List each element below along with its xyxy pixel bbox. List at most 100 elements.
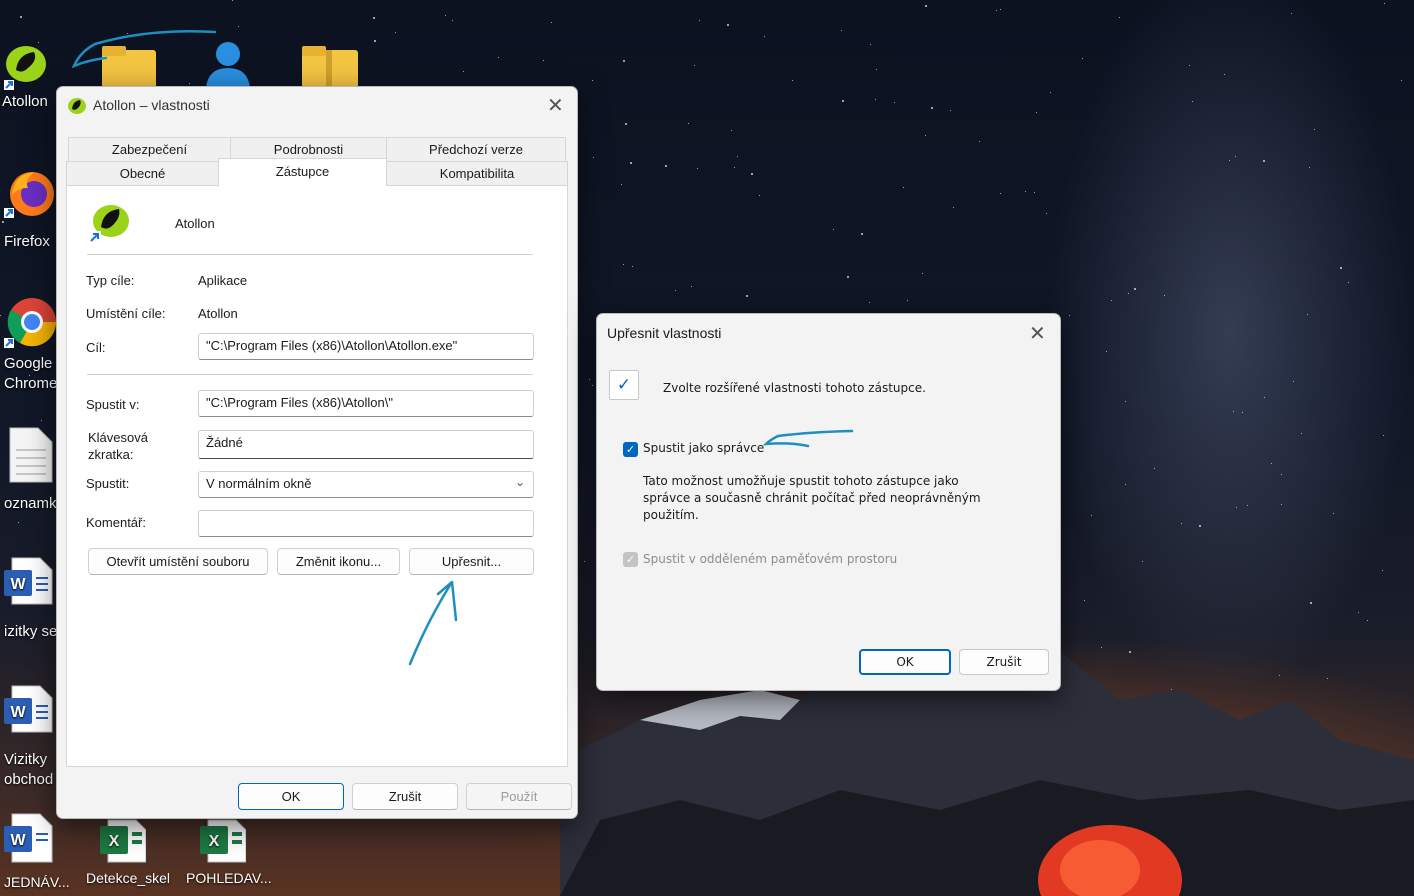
shortcut-tab-panel: Atollon Typ cíle: Aplikace Umístění cíle… bbox=[66, 185, 568, 767]
ok-button[interactable]: OK bbox=[238, 783, 344, 810]
star bbox=[870, 44, 871, 45]
desktop-icon-excel-2[interactable]: X POHLEDAV... bbox=[186, 818, 272, 888]
excel-icon: X bbox=[200, 819, 247, 863]
tab-general[interactable]: Obecné bbox=[66, 161, 219, 186]
star bbox=[688, 123, 689, 124]
dialog-title: Upřesnit vlastnosti bbox=[607, 325, 722, 341]
run-select-value: V normálním okně bbox=[206, 476, 312, 491]
star bbox=[584, 561, 585, 562]
description-line-3: použitím. bbox=[643, 508, 699, 522]
document-icon bbox=[9, 427, 53, 483]
tab-compatibility[interactable]: Kompatibilita bbox=[386, 161, 568, 186]
target-type-label: Typ cíle: bbox=[86, 273, 135, 288]
star bbox=[922, 273, 923, 274]
comment-input[interactable] bbox=[198, 510, 534, 537]
folder-icon bbox=[102, 46, 156, 88]
star bbox=[979, 141, 980, 142]
star bbox=[623, 60, 625, 62]
star bbox=[842, 100, 844, 102]
star bbox=[950, 110, 951, 111]
star bbox=[665, 165, 667, 167]
close-icon[interactable]: ✕ bbox=[1029, 323, 1046, 343]
star bbox=[589, 379, 590, 380]
desktop-icon-label: oznamk bbox=[4, 495, 57, 512]
desktop-icon-label-line2: obchod ( bbox=[4, 771, 63, 788]
desktop-icon-label: POHLEDAV... bbox=[186, 870, 272, 886]
star bbox=[869, 302, 870, 303]
star bbox=[20, 16, 22, 18]
open-file-location-button[interactable]: Otevřít umístění souboru bbox=[88, 548, 268, 575]
desktop-icon-text-file[interactable]: oznamk bbox=[4, 426, 57, 514]
properties-window: Atollon – vlastnosti ✕ Zabezpečení Podro… bbox=[56, 86, 578, 819]
close-icon[interactable]: ✕ bbox=[547, 96, 564, 116]
cancel-button[interactable]: Zrušit bbox=[352, 783, 458, 810]
desktop-icon-word-doc[interactable]: W izitky ser bbox=[4, 556, 62, 642]
shortcut-key-input[interactable]: Žádné bbox=[198, 430, 534, 459]
star bbox=[1050, 92, 1051, 93]
desktop-icon-label: izitky ser bbox=[4, 623, 63, 640]
target-location-label: Umístění cíle: bbox=[86, 306, 166, 321]
desktop-icon-word-doc-3[interactable]: W JEDNÁV... bbox=[4, 812, 70, 892]
star bbox=[1034, 192, 1035, 193]
star bbox=[727, 24, 729, 26]
star bbox=[1281, 504, 1282, 505]
comment-label: Komentář: bbox=[86, 515, 146, 530]
star bbox=[232, 0, 233, 1]
advanced-button[interactable]: Upřesnit... bbox=[409, 548, 534, 575]
user-icon bbox=[206, 42, 250, 88]
separate-memory-label: Spustit v odděleném paměťovém prostoru bbox=[643, 552, 898, 566]
star bbox=[861, 233, 863, 235]
star bbox=[847, 276, 849, 278]
target-input[interactable]: "C:\Program Files (x86)\Atollon\Atollon.… bbox=[198, 333, 534, 360]
tab-shortcut[interactable]: Zástupce bbox=[218, 158, 387, 186]
star bbox=[1036, 112, 1037, 113]
star bbox=[1307, 314, 1308, 315]
star bbox=[996, 10, 997, 11]
star bbox=[759, 195, 760, 196]
titlebar[interactable]: Atollon – vlastnosti ✕ bbox=[57, 87, 577, 125]
star bbox=[1348, 282, 1349, 283]
dialog-cancel-button[interactable]: Zrušit bbox=[959, 649, 1049, 675]
star bbox=[1382, 570, 1383, 571]
desktop-icon-firefox[interactable]: Firefox bbox=[4, 166, 56, 252]
star bbox=[127, 33, 128, 34]
star bbox=[1236, 507, 1237, 508]
star bbox=[1000, 193, 1001, 194]
star bbox=[1301, 433, 1302, 434]
word-icon: W bbox=[4, 685, 53, 733]
star bbox=[764, 36, 765, 37]
desktop-icon-chrome[interactable]: Google Chrome bbox=[4, 294, 60, 394]
desktop-icon-atollon[interactable]: Atollon bbox=[2, 40, 56, 112]
start-in-input[interactable]: "C:\Program Files (x86)\Atollon\" bbox=[198, 390, 534, 417]
star bbox=[903, 187, 904, 188]
firefox-icon bbox=[4, 172, 54, 218]
desktop-icon-word-doc-2[interactable]: W Vizitky obchod ( bbox=[4, 684, 62, 790]
star bbox=[1309, 167, 1310, 168]
star bbox=[621, 184, 622, 185]
desktop-icon-excel-1[interactable]: X Detekce_skel bbox=[86, 818, 170, 888]
star bbox=[1263, 160, 1265, 162]
star bbox=[0, 315, 1, 316]
apply-button[interactable]: Použít bbox=[466, 783, 572, 810]
change-icon-button[interactable]: Změnit ikonu... bbox=[277, 548, 400, 575]
star bbox=[623, 264, 624, 265]
advanced-properties-dialog: Upřesnit vlastnosti ✕ ✓ Zvolte rozšířené… bbox=[596, 313, 1061, 691]
app-name: Atollon bbox=[175, 216, 215, 231]
tab-security[interactable]: Zabezpečení bbox=[68, 137, 231, 162]
star bbox=[697, 168, 698, 169]
run-as-admin-checkbox[interactable]: ✓ bbox=[623, 442, 638, 457]
star bbox=[925, 135, 926, 136]
star bbox=[1199, 525, 1201, 527]
run-select[interactable]: V normálním okně ⌄ bbox=[198, 471, 534, 498]
star bbox=[1235, 156, 1236, 157]
star bbox=[1171, 689, 1172, 690]
dialog-ok-button[interactable]: OK bbox=[859, 649, 951, 675]
excel-icon: X bbox=[100, 819, 147, 863]
star bbox=[1082, 58, 1083, 59]
chevron-down-icon: ⌄ bbox=[514, 475, 525, 489]
star bbox=[1340, 267, 1342, 269]
run-as-admin-label[interactable]: Spustit jako správce bbox=[643, 440, 764, 457]
tab-previous-versions[interactable]: Předchozí verze bbox=[386, 137, 566, 162]
star bbox=[1233, 411, 1234, 412]
star bbox=[1125, 484, 1126, 485]
